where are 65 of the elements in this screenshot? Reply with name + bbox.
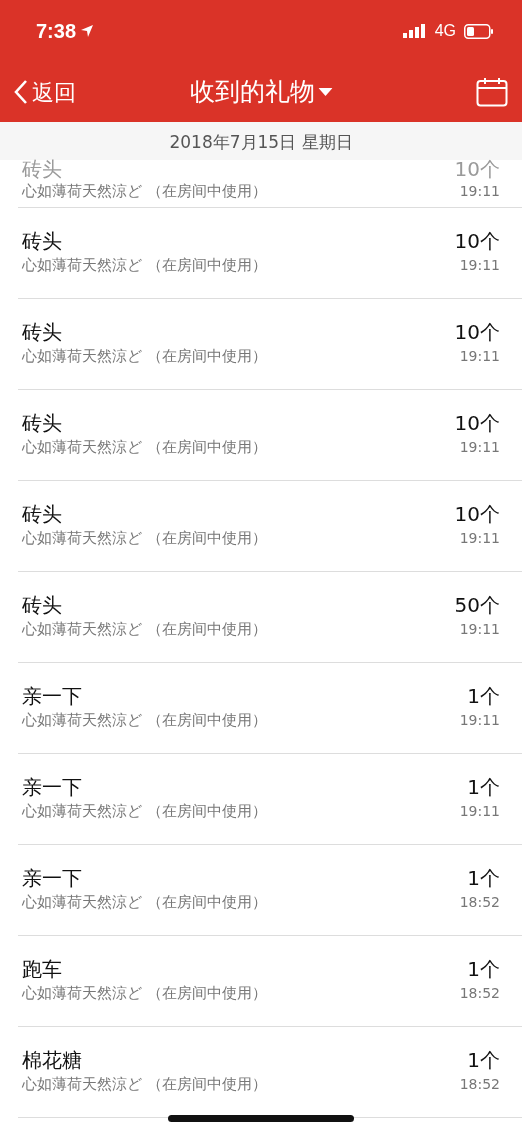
gift-name: 亲一下 — [22, 774, 83, 800]
gift-count: 10个 — [454, 319, 500, 345]
gift-source: 心如薄荷天然涼ど （在房间中使用） — [22, 801, 267, 822]
back-chevron-icon — [14, 79, 28, 105]
gift-time: 19:11 — [459, 182, 500, 201]
back-button[interactable]: 返回 — [14, 75, 76, 109]
gift-time: 18:52 — [459, 1075, 500, 1094]
date-header: 2018年7月15日 星期日 — [0, 122, 522, 160]
gift-name: 砖头 — [22, 501, 63, 527]
gift-row[interactable]: 砖头 心如薄荷天然涼ど （在房间中使用） 10个 19:11 — [18, 208, 522, 299]
gift-count: 1个 — [467, 683, 500, 709]
gift-row[interactable]: 亲一下 心如薄荷天然涼ど （在房间中使用） 1个 18:52 — [18, 845, 522, 936]
gift-source: 心如薄荷天然涼ど （在房间中使用） — [22, 181, 267, 202]
gift-count: 50个 — [454, 592, 500, 618]
gift-row[interactable]: 亲一下 心如薄荷天然涼ど （在房间中使用） 1个 19:11 — [18, 754, 522, 845]
gift-time: 18:52 — [459, 984, 500, 1003]
location-arrow-icon — [80, 24, 95, 38]
clock-time: 7:38 — [36, 19, 77, 44]
gift-row[interactable]: 砖头 心如薄荷天然涼ど （在房间中使用） 10个 19:11 — [18, 157, 522, 208]
gift-name: 砖头 — [22, 592, 63, 618]
gift-count: 10个 — [454, 158, 500, 180]
gift-time: 19:11 — [459, 802, 500, 821]
gift-count: 10个 — [454, 228, 500, 254]
gift-name: 砖头 — [22, 319, 63, 345]
gift-source: 心如薄荷天然涼ど （在房间中使用） — [22, 1074, 267, 1095]
signal-icon — [402, 24, 427, 38]
gift-source: 心如薄荷天然涼ど （在房间中使用） — [22, 710, 267, 731]
gift-row[interactable]: 砖头 心如薄荷天然涼ど （在房间中使用） 50个 19:11 — [18, 572, 522, 663]
gift-source: 心如薄荷天然涼ど （在房间中使用） — [22, 983, 267, 1004]
caret-icon — [318, 88, 333, 96]
gift-source: 心如薄荷天然涼ど （在房间中使用） — [22, 619, 267, 640]
gift-row[interactable]: 砖头 心如薄荷天然涼ど （在房间中使用） 10个 19:11 — [18, 390, 522, 481]
gift-count: 1个 — [467, 774, 500, 800]
gift-time: 19:11 — [459, 347, 500, 366]
gift-name: 砖头 — [22, 410, 63, 436]
gift-time: 19:11 — [459, 438, 500, 457]
gift-count: 1个 — [467, 1047, 500, 1073]
title-dropdown[interactable]: 收到的礼物 — [189, 73, 333, 111]
gift-count: 10个 — [454, 410, 500, 436]
gift-source: 心如薄荷天然涼ど （在房间中使用） — [22, 528, 267, 549]
gift-source: 心如薄荷天然涼ど （在房间中使用） — [22, 437, 267, 458]
gift-row[interactable]: 亲一下 心如薄荷天然涼ど （在房间中使用） 1个 19:11 — [18, 663, 522, 754]
gift-time: 19:11 — [459, 711, 500, 730]
gift-name: 砖头 — [22, 228, 63, 254]
gift-time: 18:52 — [459, 893, 500, 912]
calendar-icon[interactable] — [476, 77, 508, 107]
gift-name: 亲一下 — [22, 683, 83, 709]
gift-name: 砖头 — [22, 158, 63, 180]
gift-count: 10个 — [454, 501, 500, 527]
network-label: 4G — [434, 21, 456, 41]
battery-icon — [464, 23, 494, 39]
gift-time: 19:11 — [459, 529, 500, 548]
gift-time: 19:11 — [459, 620, 500, 639]
gift-name: 亲一下 — [22, 865, 83, 891]
gift-source: 心如薄荷天然涼ど （在房间中使用） — [22, 892, 267, 913]
gift-row[interactable]: 跑车 心如薄荷天然涼ど （在房间中使用） 1个 18:52 — [18, 936, 522, 1027]
gift-name: 棉花糖 — [22, 1047, 83, 1073]
gift-count: 1个 — [467, 956, 500, 982]
gift-row[interactable]: 砖头 心如薄荷天然涼ど （在房间中使用） 10个 19:11 — [18, 299, 522, 390]
gift-source: 心如薄荷天然涼ど （在房间中使用） — [22, 346, 267, 367]
gift-source: 心如薄荷天然涼ど （在房间中使用） — [22, 255, 267, 276]
gift-count: 1个 — [467, 865, 500, 891]
gift-row[interactable]: 砖头 心如薄荷天然涼ど （在房间中使用） 10个 19:11 — [18, 481, 522, 572]
gift-name: 跑车 — [22, 956, 63, 982]
gift-time: 19:11 — [459, 256, 500, 275]
